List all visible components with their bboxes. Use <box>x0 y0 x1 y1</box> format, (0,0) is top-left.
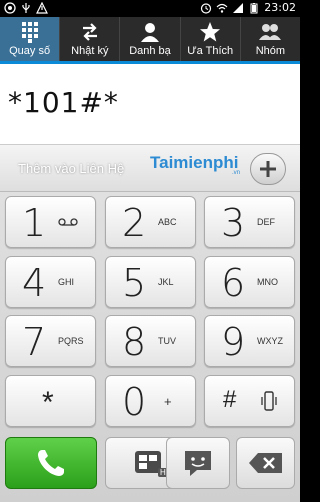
key-digit: # <box>223 386 237 413</box>
clock: 23:02 <box>264 1 296 14</box>
key-digit: 3 <box>221 201 246 245</box>
usb-icon <box>22 3 30 13</box>
tab-label: Ưa Thích <box>187 45 234 57</box>
key-hash[interactable]: # <box>204 375 295 427</box>
key-8[interactable]: 8 TUV <box>105 315 196 367</box>
key-9[interactable]: 9 WXYZ <box>204 315 295 367</box>
key-6[interactable]: 6 MNO <box>204 256 295 308</box>
watermark: Taimienphi <box>150 153 239 172</box>
signal-icon <box>233 2 244 13</box>
add-to-contacts-bar[interactable]: Thêm vào Liên Hệ Taimienphi .vn <box>0 144 300 192</box>
key-letters: GHI <box>58 277 75 287</box>
tab-call-log[interactable]: Nhật ký <box>60 17 121 61</box>
add-contact-button[interactable] <box>250 153 286 185</box>
sms-icon <box>185 451 211 476</box>
key-letters: WXYZ <box>257 336 283 346</box>
key-letters: ABC <box>158 217 177 227</box>
key-digit: 2 <box>122 201 147 245</box>
dialpad-icon <box>21 22 38 43</box>
key-digit: * <box>42 386 54 419</box>
tab-label: Nhật ký <box>71 45 109 57</box>
tab-bar: Quay số Nhật ký Danh bạ Ưa Thích Nhóm <box>0 17 300 64</box>
tab-dialpad[interactable]: Quay số <box>0 17 61 61</box>
vibrate-icon <box>261 391 277 411</box>
call-log-icon <box>82 23 97 41</box>
warning-icon <box>36 2 48 14</box>
group-icon <box>259 24 282 40</box>
contacts-icon <box>141 23 159 42</box>
wifi-icon <box>216 3 228 13</box>
call-icon <box>38 450 64 476</box>
dialed-number[interactable]: *101#* <box>8 86 119 119</box>
key-letters: + <box>164 394 172 409</box>
watermark-suffix: .vn <box>232 170 241 176</box>
key-digit: 0 <box>122 380 147 424</box>
key-star[interactable]: * <box>5 375 96 427</box>
key-7[interactable]: 7 PQRS <box>5 315 96 367</box>
key-digit: 6 <box>221 261 246 305</box>
key-digit: 1 <box>22 201 47 245</box>
key-digit: 7 <box>22 320 47 364</box>
key-digit: 9 <box>221 320 246 364</box>
voicemail-icon <box>58 218 78 226</box>
add-to-contacts-label[interactable]: Thêm vào Liên Hệ <box>18 161 124 176</box>
tab-label: Danh bạ <box>129 45 171 57</box>
call-button[interactable] <box>5 437 97 489</box>
whatsapp-icon <box>4 2 16 14</box>
tab-favorites[interactable]: Ưa Thích <box>181 17 241 61</box>
key-2[interactable]: 2 ABC <box>105 196 196 248</box>
key-digit: 4 <box>22 261 47 305</box>
plus-icon <box>260 161 276 177</box>
tab-label: Quay số <box>9 45 51 57</box>
key-3[interactable]: 3 DEF <box>204 196 295 248</box>
star-icon <box>200 22 221 42</box>
alarm-icon <box>201 2 212 14</box>
key-letters: TUV <box>158 336 176 346</box>
key-letters: PQRS <box>58 336 84 346</box>
key-letters: MNO <box>257 277 278 287</box>
tab-groups[interactable]: Nhóm <box>241 17 300 61</box>
backspace-button[interactable] <box>236 437 295 489</box>
key-5[interactable]: 5 JKL <box>105 256 196 308</box>
tab-label: Nhóm <box>255 45 286 57</box>
battery-icon <box>250 2 258 13</box>
key-1[interactable]: 1 <box>5 196 96 248</box>
status-bar: 23:02 <box>0 0 300 17</box>
key-letters: JKL <box>158 277 174 287</box>
key-digit: 5 <box>122 261 147 305</box>
key-4[interactable]: 4 GHI <box>5 256 96 308</box>
number-display[interactable]: *101#* <box>0 64 300 144</box>
key-digit: 8 <box>122 320 147 364</box>
tab-contacts[interactable]: Danh bạ <box>120 17 181 61</box>
backspace-icon <box>248 453 282 473</box>
key-0[interactable]: 0 + <box>105 375 196 427</box>
sms-button[interactable] <box>166 437 230 489</box>
key-letters: DEF <box>257 217 275 227</box>
